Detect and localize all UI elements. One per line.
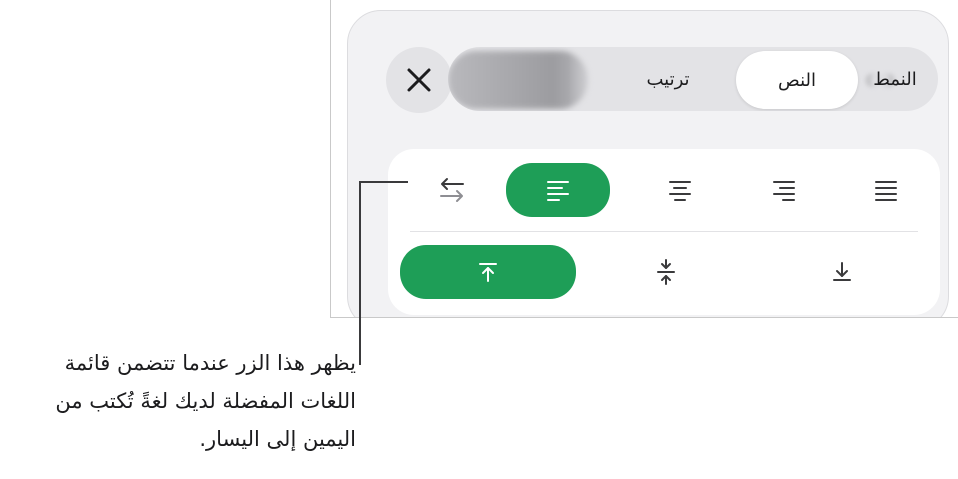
tab-text-label: النص <box>778 69 816 91</box>
align-center-icon <box>669 181 691 201</box>
align-middle-button[interactable] <box>578 245 754 299</box>
close-icon <box>407 68 431 92</box>
fade-overlay <box>568 47 608 111</box>
section-divider <box>410 231 918 232</box>
align-justify-icon <box>875 181 897 201</box>
format-panel-window: ترتيب النص ◐◑ النمط <box>330 0 958 318</box>
tab-arrange-label: ترتيب <box>646 68 690 90</box>
align-right-button[interactable] <box>732 163 836 217</box>
align-right-icon <box>773 181 795 201</box>
alignment-section <box>388 149 940 315</box>
align-middle-icon <box>657 259 675 285</box>
tab-style[interactable]: ◐◑ النمط <box>852 47 938 111</box>
align-top-button[interactable] <box>400 245 576 299</box>
text-direction-icon <box>440 178 464 202</box>
text-direction-button[interactable] <box>416 163 488 217</box>
align-justify-button[interactable] <box>834 163 938 217</box>
format-panel: ترتيب النص ◐◑ النمط <box>347 10 949 317</box>
tab-strip: ترتيب النص ◐◑ النمط <box>448 47 938 111</box>
callout-leader-vertical <box>359 181 361 365</box>
tab-style-label: النمط <box>873 68 917 90</box>
callout-text: يظهر هذا الزر عندما تتضمن قائمة اللغات ا… <box>55 351 356 451</box>
align-center-button[interactable] <box>628 163 732 217</box>
callout-leader-horizontal <box>360 181 408 183</box>
align-top-icon <box>479 263 497 282</box>
tab-arrange[interactable]: ترتيب <box>608 47 728 111</box>
align-left-icon <box>547 181 569 201</box>
blurred-region <box>448 51 588 109</box>
align-bottom-button[interactable] <box>754 245 930 299</box>
close-button[interactable] <box>386 47 452 113</box>
tab-text[interactable]: النص <box>736 51 858 109</box>
align-left-button[interactable] <box>506 163 610 217</box>
align-bottom-icon <box>833 262 851 281</box>
